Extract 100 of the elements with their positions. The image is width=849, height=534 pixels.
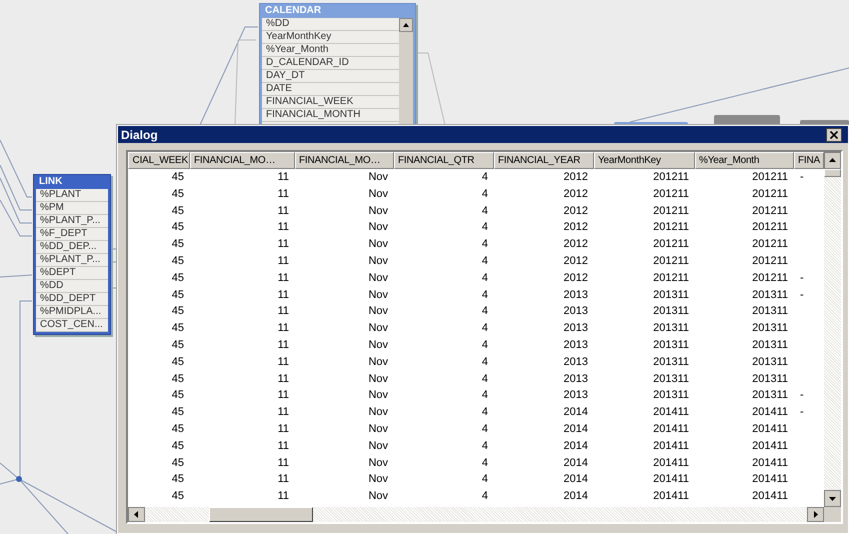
table-cell: 4 <box>482 422 488 435</box>
table-cell: Nov <box>368 440 388 452</box>
table-cell: 11 <box>278 338 289 351</box>
table-cell: 45 <box>172 338 184 351</box>
column-header[interactable]: FINANCIAL_YEAR <box>494 152 594 169</box>
table-cell: 2014 <box>564 456 588 469</box>
table-cell: 2012 <box>564 238 588 250</box>
table-cell: 45 <box>172 490 184 502</box>
table-cell: 4 <box>482 272 488 284</box>
table-cell: Nov <box>368 389 388 402</box>
table-field[interactable]: %PMIDPLA... <box>36 306 108 319</box>
column-header[interactable]: FINANCIAL_QTR <box>394 152 494 169</box>
table-cell: 4 <box>482 490 488 502</box>
table-field[interactable]: %DD_DEPT <box>36 293 108 306</box>
table-cell: 4 <box>482 238 488 250</box>
table-cell: 2014 <box>564 490 588 502</box>
scroll-thumb[interactable] <box>824 169 841 177</box>
table-cell: Nov <box>368 422 388 435</box>
table-cell: 45 <box>172 171 184 183</box>
table-cell: 4 <box>482 473 488 486</box>
table-cell: 2012 <box>564 171 588 183</box>
table-cell: 2013 <box>564 288 588 301</box>
table-field[interactable]: %PLANT_P... <box>36 254 108 267</box>
table-field[interactable]: FINANCIAL_MONTH <box>262 109 399 122</box>
table-cell: 4 <box>482 440 488 452</box>
table-cell: Nov <box>368 171 388 183</box>
table-cell: - <box>800 288 804 301</box>
table-cell: 11 <box>278 440 289 452</box>
table-cell: - <box>800 406 804 418</box>
table-cell: 4 <box>482 254 488 267</box>
table-cell: Nov <box>368 221 388 234</box>
table-cell: Nov <box>368 288 388 301</box>
table-cell: 2014 <box>564 473 588 486</box>
table-cell: Nov <box>368 305 388 318</box>
column-header[interactable]: CIAL_WEEK <box>128 152 190 169</box>
scroll-down-icon[interactable] <box>824 490 841 507</box>
table-cell: 4 <box>482 171 488 183</box>
table-cell: 201211 <box>653 272 689 284</box>
column-header[interactable]: FINANCIAL_MO… <box>190 152 295 169</box>
table-cell: 201211 <box>752 254 788 267</box>
column-header[interactable]: YearMonthKey <box>594 152 695 169</box>
table-cell: 2013 <box>564 372 588 385</box>
table-field[interactable]: %PLANT <box>36 189 108 202</box>
table-cell: 4 <box>482 372 488 385</box>
table-field[interactable]: %F_DEPT <box>36 228 108 241</box>
table-cell: 201211 <box>653 204 689 217</box>
scroll-up-icon[interactable] <box>824 152 841 169</box>
table-field[interactable]: %DD_DEP... <box>36 241 108 254</box>
table-cell: Nov <box>368 456 388 469</box>
table-cell: 201311 <box>752 338 788 351</box>
table-cell: Nov <box>368 238 388 250</box>
table-title: CALENDAR <box>264 4 322 18</box>
table-cell: 2013 <box>564 338 588 351</box>
table-cell: - <box>800 272 804 284</box>
table-cell: Nov <box>368 188 388 200</box>
table-cell: 4 <box>482 456 488 469</box>
table-cell: 201411 <box>653 473 689 486</box>
table-cell: 45 <box>172 456 184 469</box>
column-header[interactable]: FINA <box>794 152 824 169</box>
table-field[interactable]: %PLANT_P... <box>36 215 108 228</box>
table-cell: 11 <box>278 356 289 368</box>
table-field[interactable]: %DD <box>262 18 399 31</box>
table-field[interactable]: DATE <box>262 83 399 96</box>
table-cell: Nov <box>368 356 388 368</box>
table-cell: Nov <box>368 490 388 502</box>
table-field[interactable]: %DD <box>36 280 108 293</box>
table-cell: 2012 <box>564 272 588 284</box>
table-cell: 4 <box>482 322 488 334</box>
table-field[interactable]: YearMonthKey <box>262 31 399 44</box>
table-field[interactable]: DAY_DT <box>262 70 399 83</box>
window-title: Dialog <box>121 128 158 142</box>
table-cell: 201211 <box>653 171 689 183</box>
column-header[interactable]: FINANCIAL_MO… <box>295 152 394 169</box>
scroll-left-icon[interactable] <box>128 507 145 522</box>
scrollbar[interactable] <box>128 507 824 522</box>
table-field[interactable]: %Year_Month <box>262 44 399 57</box>
table-field[interactable]: FINANCIAL_WEEK <box>262 96 399 109</box>
table-field[interactable]: D_CALENDAR_ID <box>262 57 399 70</box>
table-cell: 4 <box>482 221 488 234</box>
close-icon[interactable] <box>826 128 842 142</box>
table-cell: 201211 <box>653 238 689 250</box>
table-cell: 11 <box>278 456 289 469</box>
table-cell: 201211 <box>653 188 689 200</box>
table-cell: 45 <box>172 422 184 435</box>
table-cell: 201311 <box>752 322 788 334</box>
scrollbar[interactable] <box>824 152 841 507</box>
table-field[interactable]: %DEPT <box>36 267 108 280</box>
scroll-thumb[interactable] <box>209 507 313 522</box>
column-header[interactable]: %Year_Month <box>695 152 794 169</box>
table-cell: Nov <box>368 406 388 418</box>
scroll-up-icon[interactable] <box>399 18 413 32</box>
table-field[interactable]: %PM <box>36 202 108 215</box>
table-cell: 2012 <box>564 254 588 267</box>
table-cell: 11 <box>278 254 289 267</box>
scroll-right-icon[interactable] <box>807 507 824 522</box>
table-cell: 45 <box>172 389 184 402</box>
table-field[interactable]: COST_CEN... <box>36 319 108 332</box>
table-cell: 11 <box>278 238 289 250</box>
table-cell: 45 <box>172 238 184 250</box>
table-cell: 11 <box>278 389 289 402</box>
